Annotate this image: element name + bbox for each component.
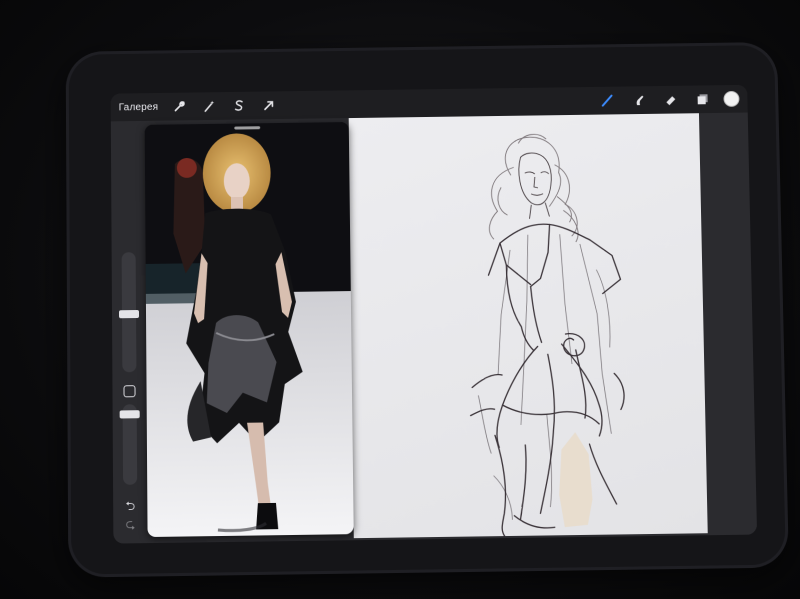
tablet-screen: Галерея ⮌ ⮎ bbox=[110, 84, 758, 544]
left-sidebar: ⮌ ⮎ bbox=[116, 252, 144, 533]
brush-icon[interactable] bbox=[596, 90, 618, 112]
opacity-thumb[interactable] bbox=[119, 410, 140, 419]
arrow-cursor-icon[interactable] bbox=[258, 94, 280, 116]
wrench-icon[interactable] bbox=[168, 96, 190, 118]
tablet-device: Галерея ⮌ ⮎ bbox=[68, 44, 786, 575]
reference-window-handle[interactable] bbox=[234, 126, 261, 130]
brush-size-thumb[interactable] bbox=[118, 309, 140, 319]
screen-right-margin bbox=[698, 112, 758, 536]
magic-wand-icon[interactable] bbox=[198, 95, 220, 117]
selection-s-icon[interactable] bbox=[228, 95, 250, 117]
modify-square-button[interactable] bbox=[123, 385, 136, 398]
gallery-button[interactable]: Галерея bbox=[119, 101, 159, 112]
color-picker-swatch[interactable] bbox=[723, 90, 740, 107]
brush-size-slider[interactable] bbox=[118, 252, 140, 373]
undo-arrow-icon[interactable]: ⮌ bbox=[122, 498, 138, 514]
eraser-icon[interactable] bbox=[660, 89, 682, 111]
reference-photo-window[interactable] bbox=[144, 122, 354, 538]
drawing-canvas[interactable] bbox=[348, 113, 708, 539]
opacity-slider[interactable] bbox=[119, 404, 140, 485]
smudge-icon[interactable] bbox=[628, 89, 650, 111]
photo-scene: Галерея ⮌ ⮎ bbox=[0, 0, 800, 599]
runway-photo bbox=[144, 122, 354, 538]
layers-icon[interactable] bbox=[691, 88, 713, 110]
redo-arrow-icon[interactable]: ⮎ bbox=[122, 516, 138, 532]
sketch-drawing bbox=[349, 113, 708, 538]
right-tool-group bbox=[596, 88, 740, 112]
